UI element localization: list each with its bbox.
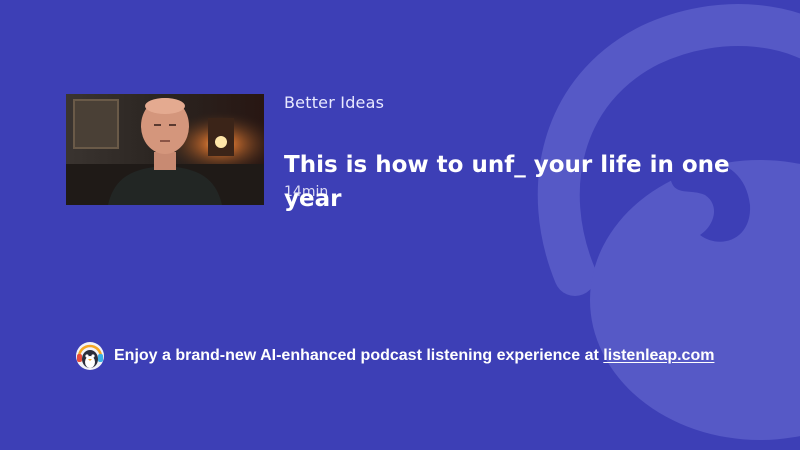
promo-footer: Enjoy a brand-new AI-enhanced podcast li… [75,341,714,371]
promo-message: Enjoy a brand-new AI-enhanced podcast li… [114,347,604,364]
promo-text: Enjoy a brand-new AI-enhanced podcast li… [114,347,714,365]
headphones-logo-watermark-icon [537,4,800,440]
channel-name[interactable]: Better Ideas [284,93,384,112]
thumbnail-image [66,94,264,205]
episode-title[interactable]: This is how to unf_ your life in one yea… [284,148,764,216]
listenleap-link[interactable]: listenleap.com [603,347,714,364]
penguin-headphones-icon [76,342,104,370]
episode-thumbnail[interactable] [66,94,264,205]
